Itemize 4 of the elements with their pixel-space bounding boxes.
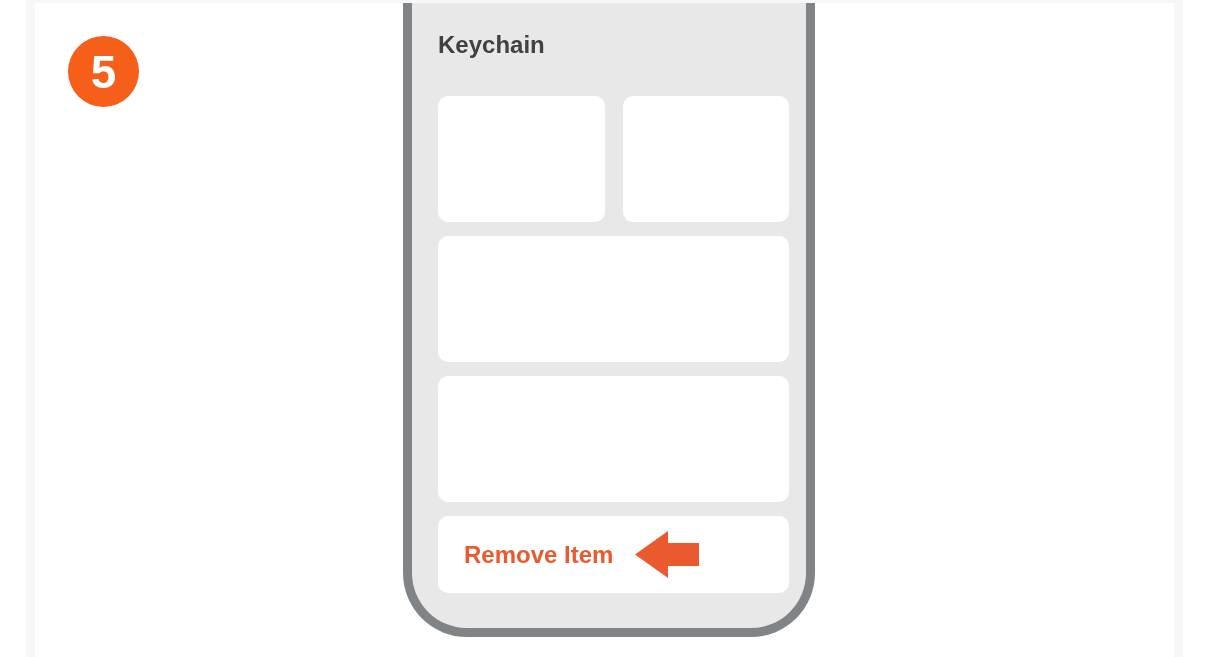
left-arrow-icon xyxy=(635,531,700,578)
remove-item-button[interactable]: Remove Item xyxy=(438,516,789,593)
screen-title: Keychain xyxy=(438,30,545,60)
step-badge: 5 xyxy=(68,36,139,107)
